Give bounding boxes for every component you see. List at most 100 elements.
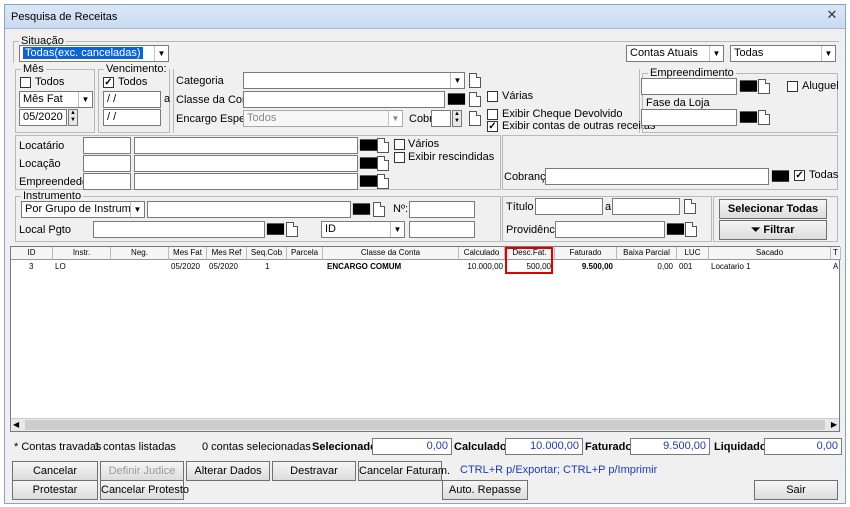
locacao-code-input[interactable] xyxy=(83,155,131,172)
document-icon[interactable] xyxy=(685,222,697,237)
col-header-calculado[interactable]: Calculado xyxy=(459,247,505,260)
titulo-from-input[interactable] xyxy=(535,198,603,215)
col-header-parcela[interactable]: Parcela xyxy=(287,247,323,260)
aluguel-label: Aluguel xyxy=(802,80,839,92)
binoculars-icon[interactable]: ▇▇ xyxy=(772,168,789,184)
col-header-seqcob[interactable]: Seq.Cob xyxy=(247,247,287,260)
document-icon[interactable] xyxy=(377,174,389,189)
binoculars-icon[interactable]: ▇▇ xyxy=(360,173,377,189)
varias-checkbox[interactable] xyxy=(487,91,498,102)
binoculars-icon[interactable]: ▇▇ xyxy=(740,78,757,94)
scroll-thumb[interactable] xyxy=(25,420,825,430)
col-header-instr[interactable]: Instr. xyxy=(53,247,111,260)
document-icon[interactable] xyxy=(684,199,696,214)
cobranca-input[interactable] xyxy=(545,168,769,185)
alterar-dados-button[interactable]: Alterar Dados xyxy=(186,461,270,481)
rescindidas-checkbox[interactable] xyxy=(394,152,405,163)
cobr-spinner[interactable]: ▲ ▼ xyxy=(452,110,462,127)
col-header-neg[interactable]: Neg. xyxy=(111,247,169,260)
classe-input[interactable] xyxy=(243,91,445,108)
id-input[interactable] xyxy=(409,221,475,238)
instrumento-select[interactable]: Por Grupo de Instrumento ▼ xyxy=(21,201,145,218)
locatario-code-input[interactable] xyxy=(83,137,131,154)
venc-to-input[interactable]: / / xyxy=(103,109,161,126)
binoculars-icon[interactable]: ▇▇ xyxy=(667,221,684,237)
binoculars-icon[interactable]: ▇▇ xyxy=(740,109,757,125)
protestar-button[interactable]: Protestar xyxy=(12,480,98,500)
table-row[interactable]: 3 LO 05/2020 05/2020 1 ENCARGO COMUM 10.… xyxy=(11,260,839,272)
col-header-sacado[interactable]: Sacado xyxy=(709,247,831,260)
binoculars-icon[interactable]: ▇▇ xyxy=(360,137,377,153)
col-header-mesfat[interactable]: Mes Fat xyxy=(169,247,207,260)
cobranca-todas-checkbox[interactable]: ✓ xyxy=(794,170,805,181)
col-header-t[interactable]: T xyxy=(831,247,841,260)
encargo-select[interactable]: Todos ▼ xyxy=(243,110,403,127)
venc-from-input[interactable]: / / xyxy=(103,91,161,108)
document-icon[interactable] xyxy=(377,156,389,171)
cobr-input[interactable] xyxy=(431,110,451,127)
varios-checkbox[interactable] xyxy=(394,139,405,150)
outras-checkbox[interactable]: ✓ xyxy=(487,121,498,132)
scroll-right-icon[interactable]: ▶ xyxy=(831,420,837,429)
cell-seqcob: 1 xyxy=(265,262,270,271)
close-icon[interactable]: ✕ xyxy=(825,8,839,22)
mes-input[interactable]: 05/2020 xyxy=(19,109,67,126)
sair-button[interactable]: Sair xyxy=(754,480,838,500)
mes-spinner[interactable]: ▲ ▼ xyxy=(68,109,78,126)
titulo-to-input[interactable] xyxy=(612,198,680,215)
col-header-luc[interactable]: LUC xyxy=(677,247,709,260)
cancelar-protesto-button[interactable]: Cancelar Protesto xyxy=(100,480,189,500)
document-icon[interactable] xyxy=(469,111,481,126)
col-header-mesref[interactable]: Mes Ref xyxy=(207,247,247,260)
venc-todos-checkbox[interactable]: ✓ xyxy=(103,77,114,88)
binoculars-icon[interactable]: ▇▇ xyxy=(353,201,370,217)
numero-input[interactable] xyxy=(409,201,475,218)
destravar-button[interactable]: Destravar xyxy=(272,461,356,481)
document-icon[interactable] xyxy=(758,79,770,94)
col-header-classe[interactable]: Classe da Conta xyxy=(323,247,459,260)
document-icon[interactable] xyxy=(758,110,770,125)
document-icon[interactable] xyxy=(286,222,298,237)
binoculars-icon[interactable]: ▇▇ xyxy=(448,91,465,107)
col-header-baixa[interactable]: Baixa Parcial xyxy=(617,247,677,260)
empreendimento-input[interactable] xyxy=(641,78,737,95)
document-icon[interactable] xyxy=(469,73,481,88)
selecionar-todas-button[interactable]: Selecionar Todas xyxy=(719,199,827,219)
chevron-down-icon: ▼ xyxy=(154,46,168,61)
cancelar-faturam-button[interactable]: Cancelar Faturam. xyxy=(358,461,450,481)
col-header-id[interactable]: ID xyxy=(11,247,53,260)
auto-repasse-button[interactable]: Auto. Repasse xyxy=(442,480,528,500)
empreendedor-name-input[interactable] xyxy=(134,173,358,190)
contas-select[interactable]: Contas Atuais ▼ xyxy=(626,45,724,62)
horizontal-scrollbar[interactable]: ◀ ▶ xyxy=(11,418,839,431)
local-pgto-input[interactable] xyxy=(93,221,265,238)
aluguel-checkbox[interactable] xyxy=(787,81,798,92)
document-icon[interactable] xyxy=(377,138,389,153)
contas-todas-select[interactable]: Todas ▼ xyxy=(730,45,836,62)
liquidado-value: 0,00 xyxy=(764,438,842,455)
document-icon[interactable] xyxy=(469,92,481,107)
fase-input[interactable] xyxy=(641,109,737,126)
locatario-name-input[interactable] xyxy=(134,137,358,154)
binoculars-icon[interactable]: ▇▇ xyxy=(267,221,284,237)
cobr-label: Cobr xyxy=(409,113,433,125)
instrumento-input[interactable] xyxy=(147,201,351,218)
col-header-faturado[interactable]: Faturado xyxy=(555,247,617,260)
local-pgto-label: Local Pgto xyxy=(19,224,71,236)
scroll-left-icon[interactable]: ◀ xyxy=(13,420,19,429)
receitas-grid[interactable]: ID Instr. Neg. Mes Fat Mes Ref Seq.Cob P… xyxy=(10,246,841,432)
mes-fat-select[interactable]: Mês Fat ▼ xyxy=(19,91,93,108)
categoria-select[interactable]: ▼ xyxy=(243,72,465,89)
cancelar-button[interactable]: Cancelar xyxy=(12,461,98,481)
definir-judice-button[interactable]: Definir Judice xyxy=(100,461,184,481)
empreendedor-code-input[interactable] xyxy=(83,173,131,190)
id-select[interactable]: ID ▼ xyxy=(321,221,405,238)
situacao-select[interactable]: Todas(exc. canceladas) ▼ xyxy=(19,45,169,62)
mes-todos-checkbox[interactable] xyxy=(20,77,31,88)
document-icon[interactable] xyxy=(373,202,385,217)
cheque-checkbox[interactable] xyxy=(487,109,498,120)
binoculars-icon[interactable]: ▇▇ xyxy=(360,155,377,171)
filtrar-button[interactable]: ⏷ Filtrar xyxy=(719,220,827,240)
locacao-name-input[interactable] xyxy=(134,155,358,172)
providencia-input[interactable] xyxy=(555,221,665,238)
